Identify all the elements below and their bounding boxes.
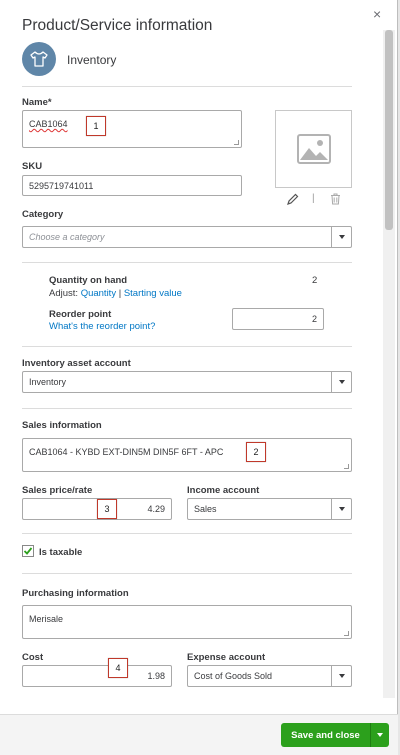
inventory-asset-value: Inventory — [29, 377, 67, 387]
sales-price-value: 4.29 — [147, 504, 165, 514]
divider — [22, 533, 352, 534]
annotation-marker-4: 4 — [108, 658, 128, 678]
sku-value: 5295719741011 — [29, 180, 94, 191]
cost-label: Cost — [22, 652, 44, 663]
chevron-down-icon — [338, 380, 345, 384]
annotation-marker-2: 2 — [246, 442, 266, 462]
trash-icon[interactable] — [330, 193, 341, 208]
cost-value: 1.98 — [147, 671, 165, 681]
sales-description-field[interactable]: CAB1064 - KYBD EXT-DIN5M DIN5F 6FT - APC — [22, 438, 352, 472]
category-placeholder: Choose a category — [29, 232, 105, 242]
reorder-point-value: 2 — [311, 314, 317, 324]
adjust-row: Adjust: Quantity | Starting value — [49, 288, 182, 299]
chevron-down-icon — [338, 674, 345, 678]
checkmark-icon — [23, 547, 33, 555]
income-account-dropdown-button[interactable] — [331, 499, 351, 519]
quantity-on-hand-value: 2 — [312, 275, 318, 286]
panel-title: Product/Service information — [22, 17, 213, 34]
resize-handle[interactable] — [344, 464, 349, 469]
scrollbar-thumb[interactable] — [385, 30, 393, 230]
image-action-divider: | — [312, 193, 315, 204]
sales-price-label: Sales price/rate — [22, 485, 93, 496]
item-type-label: Inventory — [67, 53, 117, 67]
sales-information-label: Sales information — [22, 420, 102, 431]
name-value: CAB1064 — [29, 119, 68, 129]
income-account-label: Income account — [187, 485, 260, 496]
cost-field[interactable]: 1.98 — [22, 665, 172, 687]
reorder-point-field[interactable]: 2 — [232, 308, 324, 330]
income-account-value: Sales — [194, 504, 217, 514]
divider — [22, 346, 352, 347]
income-account-select[interactable]: Sales — [187, 498, 352, 520]
item-image-placeholder[interactable] — [275, 110, 352, 188]
annotation-marker-3: 3 — [97, 499, 117, 519]
name-field[interactable]: CAB1064 — [22, 110, 242, 148]
resize-handle[interactable] — [344, 631, 349, 636]
sku-field[interactable]: 5295719741011 — [22, 175, 242, 196]
expense-account-value: Cost of Goods Sold — [194, 671, 273, 681]
purchasing-description-field[interactable]: Merisale — [22, 605, 352, 639]
inventory-asset-dropdown-button[interactable] — [331, 372, 351, 392]
sku-label: SKU — [22, 161, 43, 172]
sales-description-value: CAB1064 - KYBD EXT-DIN5M DIN5F 6FT - APC — [29, 447, 224, 457]
expense-account-label: Expense account — [187, 652, 266, 663]
expense-account-select[interactable]: Cost of Goods Sold — [187, 665, 352, 687]
save-options-dropdown-button[interactable] — [370, 723, 389, 747]
inventory-asset-label: Inventory asset account — [22, 358, 131, 369]
annotation-marker-1: 1 — [86, 116, 106, 136]
divider — [22, 262, 352, 263]
name-label: Name* — [22, 97, 52, 108]
starting-value-link[interactable]: Starting value — [124, 288, 182, 299]
adjust-link-separator: | — [118, 288, 122, 299]
reorder-help-link[interactable]: What's the reorder point? — [49, 321, 155, 332]
image-icon — [296, 134, 331, 164]
adjust-label: Adjust: — [49, 288, 79, 299]
resize-handle[interactable] — [234, 140, 239, 145]
close-icon[interactable]: × — [373, 6, 381, 22]
quantity-on-hand-label: Quantity on hand — [49, 275, 128, 286]
category-select[interactable]: Choose a category — [22, 226, 352, 248]
divider — [22, 86, 352, 87]
purchasing-information-label: Purchasing information — [22, 588, 129, 599]
adjust-quantity-link[interactable]: Quantity — [81, 288, 116, 299]
chevron-down-icon — [338, 507, 345, 511]
expense-account-dropdown-button[interactable] — [331, 666, 351, 686]
pencil-icon[interactable] — [287, 193, 299, 208]
reorder-point-label: Reorder point — [49, 309, 112, 320]
divider — [22, 573, 352, 574]
chevron-down-icon — [377, 733, 383, 737]
purchasing-description-value: Merisale — [29, 614, 64, 624]
tshirt-icon[interactable] — [22, 42, 56, 76]
category-label: Category — [22, 209, 64, 220]
chevron-down-icon — [338, 235, 345, 239]
category-dropdown-button[interactable] — [331, 227, 351, 247]
save-and-close-button[interactable]: Save and close — [281, 723, 370, 747]
product-service-panel: Product/Service information × Inventory … — [0, 0, 398, 755]
divider — [22, 408, 352, 409]
is-taxable-checkbox[interactable] — [22, 545, 34, 557]
is-taxable-label[interactable]: Is taxable — [39, 547, 82, 558]
inventory-asset-select[interactable]: Inventory — [22, 371, 352, 393]
